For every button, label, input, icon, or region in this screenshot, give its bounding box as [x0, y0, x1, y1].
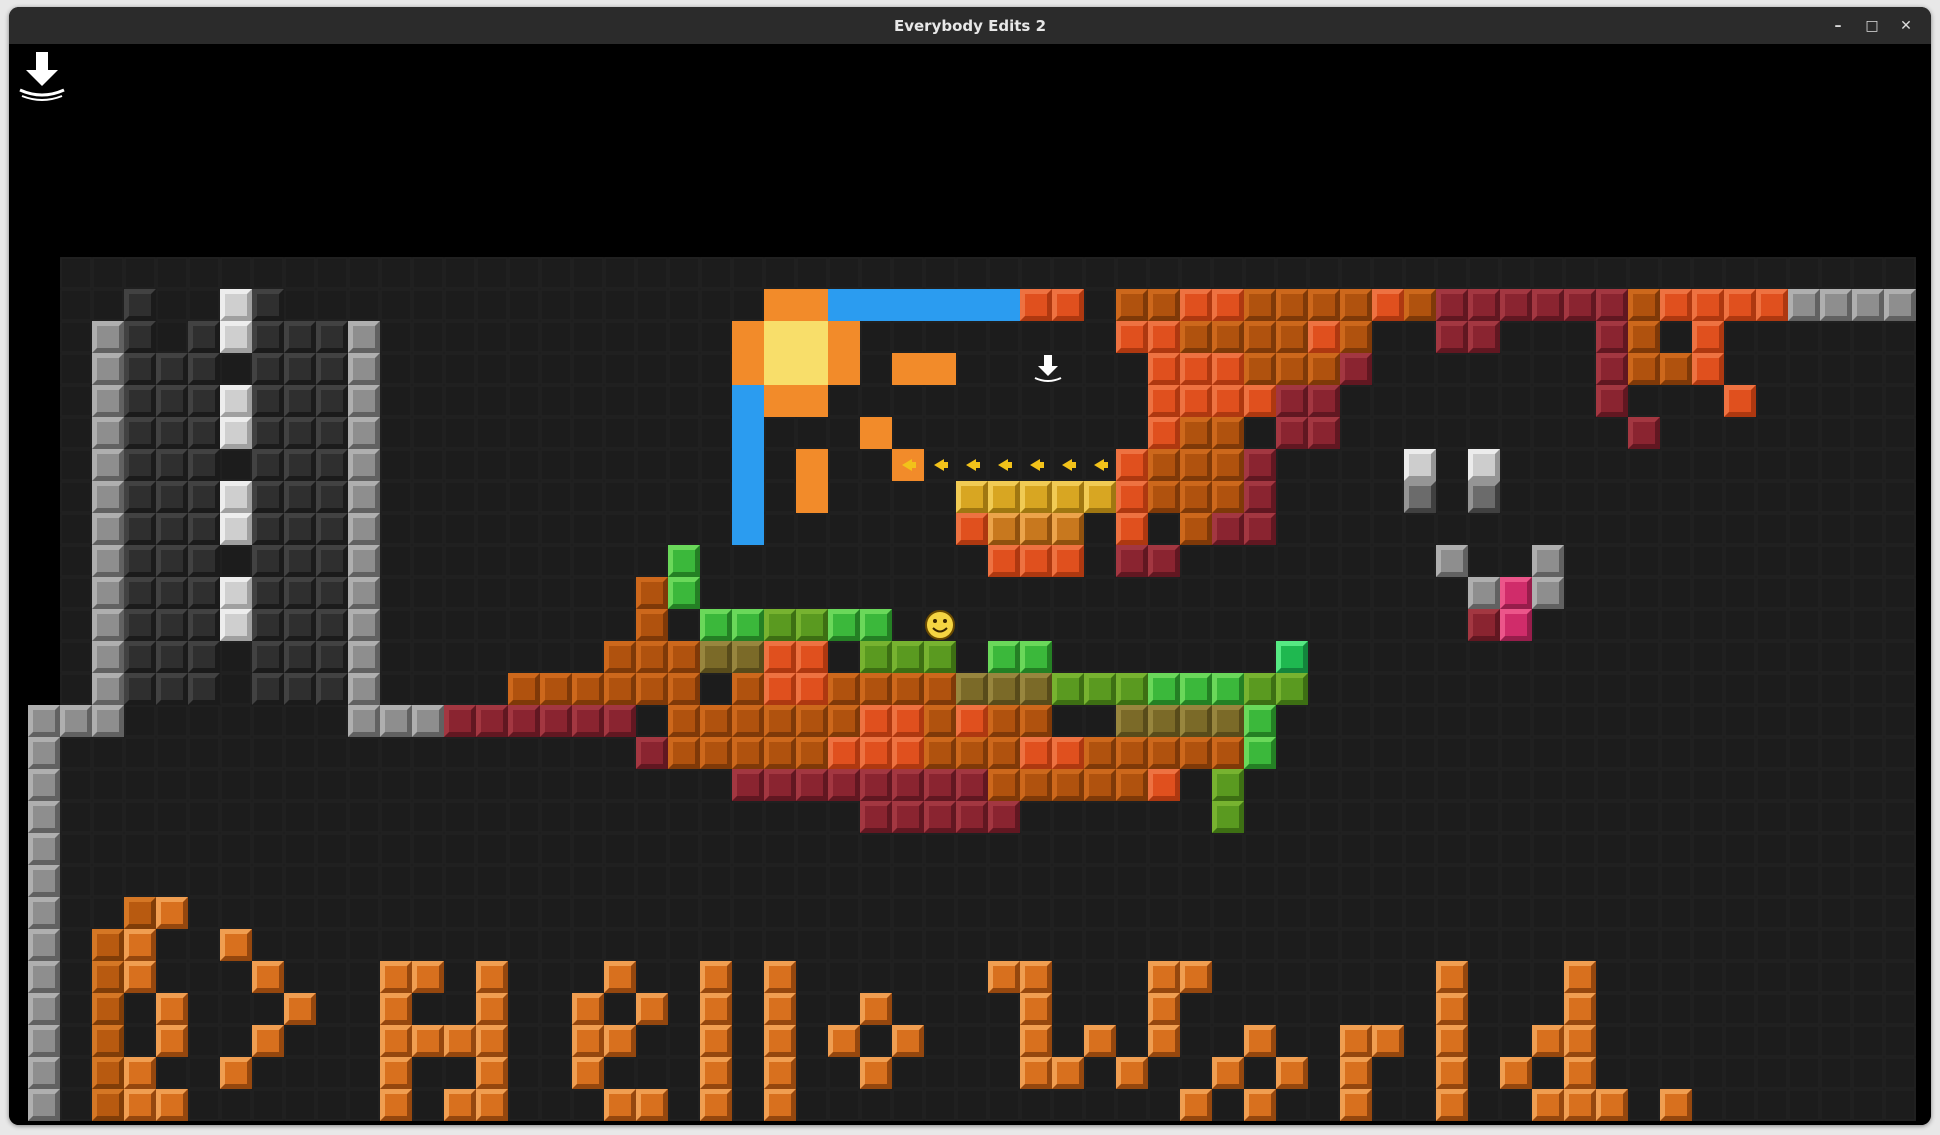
maximize-button[interactable]: □ — [1855, 7, 1889, 44]
sun-ray — [892, 353, 956, 385]
window-title: Everybody Edits 2 — [893, 16, 1047, 35]
player-smiley-icon — [925, 610, 955, 640]
spawn-marker-icon — [1034, 355, 1062, 382]
minimize-button[interactable]: – — [1821, 7, 1855, 44]
blue-pipe-vertical — [732, 385, 764, 545]
download-icon[interactable] — [14, 50, 70, 102]
world-map[interactable] — [9, 44, 1931, 1125]
sun-bottom — [764, 385, 828, 417]
close-button[interactable]: ✕ — [1889, 7, 1923, 44]
sun-top — [764, 289, 828, 321]
sun-ray — [796, 449, 828, 513]
sun-core — [764, 321, 828, 385]
game-canvas[interactable] — [9, 44, 1931, 1125]
title-bar: Everybody Edits 2 – □ ✕ — [9, 7, 1931, 44]
game-window: Everybody Edits 2 – □ ✕ — [9, 7, 1931, 1125]
window-controls: – □ ✕ — [1821, 7, 1923, 44]
sun-ray — [860, 417, 892, 449]
